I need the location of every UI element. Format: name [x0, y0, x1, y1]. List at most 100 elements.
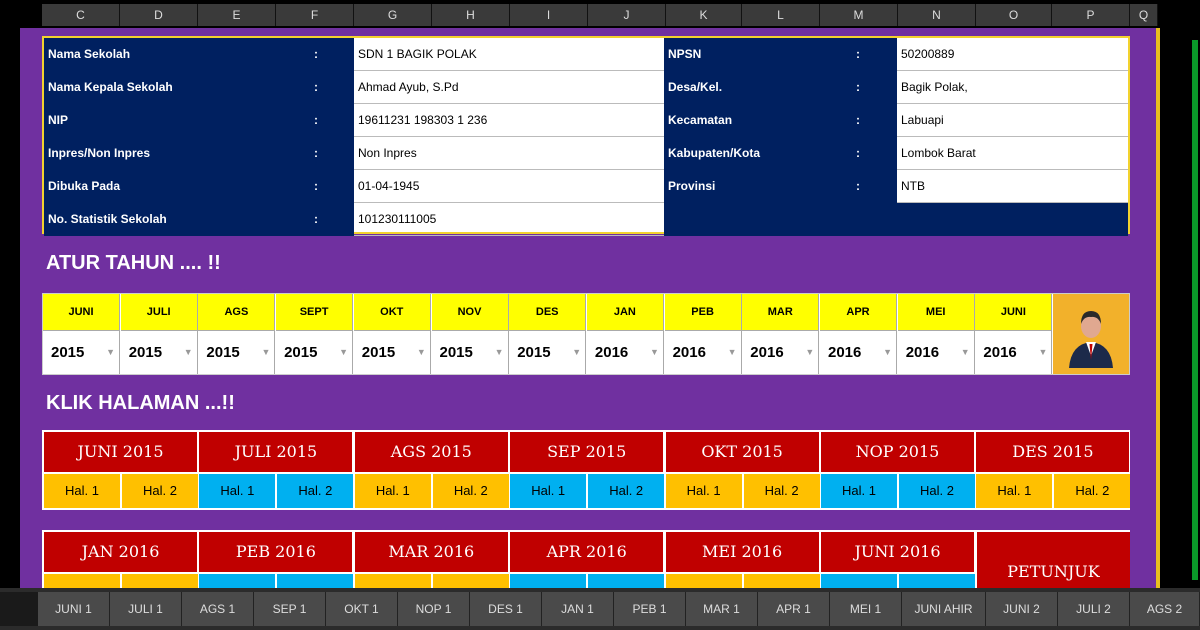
- month-page-button[interactable]: NOP 2015: [821, 432, 974, 472]
- page-2-button[interactable]: [743, 574, 820, 588]
- sheet-tab[interactable]: MEI 1: [830, 592, 902, 626]
- year-dropdown[interactable]: 2016 ▼: [897, 331, 974, 374]
- page-2-button[interactable]: Hal. 2: [277, 474, 354, 508]
- scrollbar-thumb[interactable]: [1192, 40, 1198, 580]
- page-1-button[interactable]: Hal. 1: [665, 474, 742, 508]
- sheet-tab[interactable]: JUNI 2: [986, 592, 1058, 626]
- month-page-button[interactable]: MEI 2016: [665, 532, 819, 572]
- tab-scroll-area[interactable]: [0, 592, 38, 626]
- year-dropdown[interactable]: 2015 ▼: [198, 331, 275, 374]
- info-value[interactable]: NTB: [897, 170, 1128, 203]
- year-dropdown[interactable]: 2015 ▼: [509, 331, 586, 374]
- month-page-button[interactable]: PEB 2016: [199, 532, 353, 572]
- sheet-tab[interactable]: OKT 1: [326, 592, 398, 626]
- info-value[interactable]: Bagik Polak,: [897, 71, 1128, 104]
- sheet-tab[interactable]: AGS 1: [182, 592, 254, 626]
- dropdown-arrow-icon[interactable]: ▼: [572, 331, 581, 374]
- sheet-tab[interactable]: JAN 1: [542, 592, 614, 626]
- dropdown-arrow-icon[interactable]: ▼: [184, 331, 193, 374]
- column-header-m[interactable]: M: [820, 4, 898, 26]
- column-header-e[interactable]: E: [198, 4, 276, 26]
- column-header-p[interactable]: P: [1052, 4, 1130, 26]
- column-header-h[interactable]: H: [432, 4, 510, 26]
- page-1-button[interactable]: [510, 574, 587, 588]
- page-1-button[interactable]: [354, 574, 431, 588]
- page-2-button[interactable]: [899, 574, 975, 588]
- column-header-c[interactable]: C: [42, 4, 120, 26]
- column-header-i[interactable]: I: [510, 4, 588, 26]
- column-header-g[interactable]: G: [354, 4, 432, 26]
- sheet-tab[interactable]: JUNI 1: [38, 592, 110, 626]
- page-2-button[interactable]: Hal. 2: [588, 474, 665, 508]
- info-value[interactable]: Non Inpres: [354, 137, 664, 170]
- sheet-tab[interactable]: MAR 1: [686, 592, 758, 626]
- page-1-button[interactable]: Hal. 1: [510, 474, 587, 508]
- page-2-button[interactable]: [122, 574, 198, 588]
- month-page-button[interactable]: MAR 2016: [354, 532, 508, 572]
- info-value[interactable]: 19611231 198303 1 236: [354, 104, 664, 137]
- page-1-button[interactable]: Hal. 1: [976, 474, 1053, 508]
- dropdown-arrow-icon[interactable]: ▼: [1038, 331, 1047, 374]
- page-2-button[interactable]: Hal. 2: [122, 474, 198, 508]
- page-1-button[interactable]: Hal. 1: [821, 474, 897, 508]
- page-2-button[interactable]: Hal. 2: [1054, 474, 1131, 508]
- column-header-o[interactable]: O: [976, 4, 1052, 26]
- info-value[interactable]: Labuapi: [897, 104, 1128, 137]
- sheet-tab[interactable]: JULI 2: [1058, 592, 1130, 626]
- info-value[interactable]: Ahmad Ayub, S.Pd: [354, 71, 664, 104]
- dropdown-arrow-icon[interactable]: ▼: [728, 331, 737, 374]
- sheet-tab[interactable]: NOP 1: [398, 592, 470, 626]
- info-value[interactable]: SDN 1 BAGIK POLAK: [354, 38, 664, 71]
- sheet-tab[interactable]: AGS 2: [1130, 592, 1200, 626]
- page-1-button[interactable]: [199, 574, 276, 588]
- sheet-tab[interactable]: SEP 1: [254, 592, 326, 626]
- column-header-n[interactable]: N: [898, 4, 976, 26]
- month-page-button[interactable]: JUNI 2015: [44, 432, 197, 472]
- sheet-tab[interactable]: JUNI AHIR: [902, 592, 986, 626]
- year-dropdown[interactable]: 2015 ▼: [43, 331, 119, 374]
- petunjuk-button[interactable]: PETUNJUK: [977, 532, 1130, 588]
- page-1-button[interactable]: [44, 574, 120, 588]
- month-page-button[interactable]: JUNI 2016: [821, 532, 974, 572]
- year-dropdown[interactable]: 2015 ▼: [120, 331, 197, 374]
- page-2-button[interactable]: [588, 574, 665, 588]
- column-header-k[interactable]: K: [666, 4, 742, 26]
- page-2-button[interactable]: Hal. 2: [743, 474, 820, 508]
- column-header-q[interactable]: Q: [1130, 4, 1158, 26]
- info-value[interactable]: 101230111005: [354, 203, 664, 236]
- page-2-button[interactable]: Hal. 2: [432, 474, 509, 508]
- page-2-button[interactable]: [432, 574, 509, 588]
- dropdown-arrow-icon[interactable]: ▼: [261, 331, 270, 374]
- month-page-button[interactable]: DES 2015: [976, 432, 1130, 472]
- column-header-d[interactable]: D: [120, 4, 198, 26]
- year-dropdown[interactable]: 2016 ▼: [820, 331, 896, 374]
- dropdown-arrow-icon[interactable]: ▼: [883, 331, 892, 374]
- sheet-tab[interactable]: JULI 1: [110, 592, 182, 626]
- dropdown-arrow-icon[interactable]: ▼: [417, 331, 426, 374]
- month-page-button[interactable]: OKT 2015: [665, 432, 819, 472]
- page-1-button[interactable]: Hal. 1: [354, 474, 431, 508]
- dropdown-arrow-icon[interactable]: ▼: [495, 331, 504, 374]
- year-dropdown[interactable]: 2016 ▼: [664, 331, 741, 374]
- dropdown-arrow-icon[interactable]: ▼: [805, 331, 814, 374]
- month-page-button[interactable]: SEP 2015: [510, 432, 664, 472]
- dropdown-arrow-icon[interactable]: ▼: [961, 331, 970, 374]
- dropdown-arrow-icon[interactable]: ▼: [650, 331, 659, 374]
- year-dropdown[interactable]: 2016 ▼: [742, 331, 819, 374]
- column-header-j[interactable]: J: [588, 4, 666, 26]
- year-dropdown[interactable]: 2016 ▼: [975, 331, 1052, 374]
- month-page-button[interactable]: JAN 2016: [44, 532, 197, 572]
- info-value[interactable]: 50200889: [897, 38, 1128, 71]
- sheet-tab[interactable]: DES 1: [470, 592, 542, 626]
- page-1-button[interactable]: [665, 574, 742, 588]
- page-2-button[interactable]: Hal. 2: [899, 474, 975, 508]
- sheet-tab[interactable]: APR 1: [758, 592, 830, 626]
- dropdown-arrow-icon[interactable]: ▼: [106, 331, 115, 374]
- month-page-button[interactable]: APR 2016: [510, 532, 664, 572]
- month-page-button[interactable]: JULI 2015: [199, 432, 353, 472]
- page-2-button[interactable]: [277, 574, 354, 588]
- info-value[interactable]: Lombok Barat: [897, 137, 1128, 170]
- page-1-button[interactable]: Hal. 1: [199, 474, 276, 508]
- info-value[interactable]: 01-04-1945: [354, 170, 664, 203]
- month-page-button[interactable]: AGS 2015: [354, 432, 508, 472]
